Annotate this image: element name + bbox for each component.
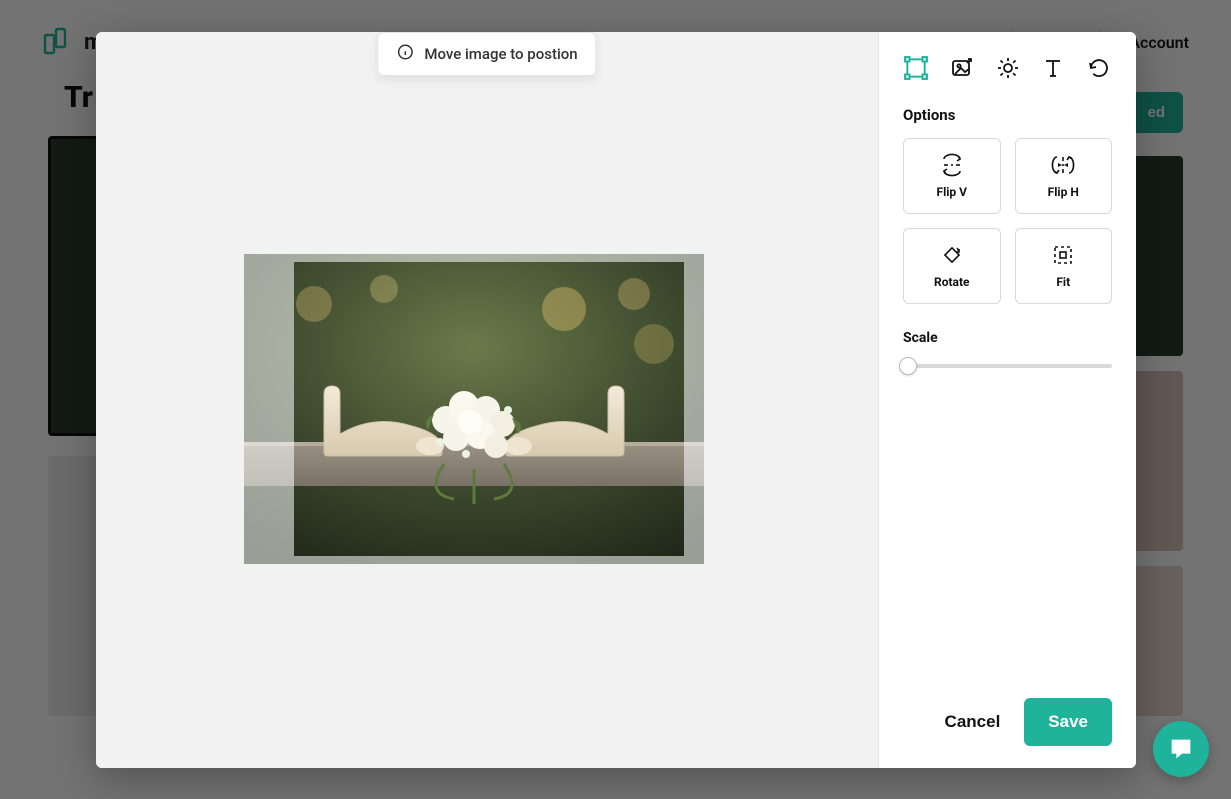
text-tool-icon[interactable] (1041, 54, 1067, 82)
replace-image-icon[interactable] (949, 54, 975, 82)
flip-horizontal-button[interactable]: Flip H (1015, 138, 1113, 214)
reset-icon[interactable] (1086, 54, 1112, 82)
chat-fab[interactable] (1153, 721, 1209, 777)
flip-vertical-button[interactable]: Flip V (903, 138, 1001, 214)
save-button[interactable]: Save (1024, 698, 1112, 746)
image-crop-frame[interactable] (244, 254, 704, 564)
crop-visible-area[interactable] (294, 262, 684, 556)
editor-sidebar: Options Flip V Flip H (878, 32, 1136, 768)
flip-v-label: Flip V (936, 185, 967, 199)
cancel-button[interactable]: Cancel (935, 700, 1011, 744)
options-heading: Options (903, 106, 1112, 124)
image-editor-modal: Move image to postion (96, 32, 1136, 768)
scale-slider[interactable] (903, 356, 1112, 376)
info-icon (396, 43, 414, 65)
slider-track (903, 364, 1112, 368)
brightness-icon[interactable] (995, 54, 1021, 82)
rotate-label: Rotate (934, 275, 969, 289)
fit-icon (1051, 243, 1075, 267)
rotate-button[interactable]: Rotate (903, 228, 1001, 304)
toast-text: Move image to postion (424, 45, 577, 63)
chat-icon (1167, 735, 1195, 763)
options-grid: Flip V Flip H Rotate (903, 138, 1112, 304)
flip-vertical-icon (939, 153, 965, 177)
toast-hint: Move image to postion (377, 32, 596, 76)
slider-thumb[interactable] (899, 357, 917, 375)
fit-button[interactable]: Fit (1015, 228, 1113, 304)
crop-tool-icon[interactable] (903, 54, 929, 82)
scale-label: Scale (903, 330, 1112, 346)
editor-canvas[interactable]: Move image to postion (96, 32, 878, 768)
flip-h-label: Flip H (1048, 185, 1079, 199)
rotate-icon (940, 243, 964, 267)
tool-tabs (903, 54, 1112, 82)
fit-label: Fit (1056, 275, 1070, 289)
flip-horizontal-icon (1050, 153, 1076, 177)
modal-actions: Cancel Save (903, 698, 1112, 746)
